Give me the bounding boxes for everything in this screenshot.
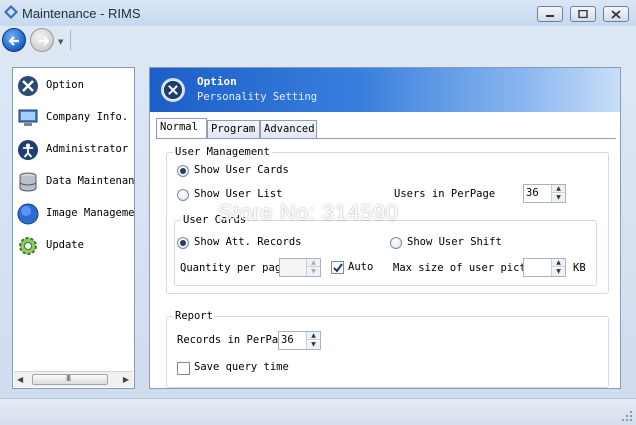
- store-watermark: Store No: 314590: [218, 200, 399, 225]
- status-bar: [0, 398, 636, 425]
- nav-separator: [70, 30, 71, 50]
- sidebar-horizontal-scrollbar[interactable]: ◀ III ▶: [14, 371, 133, 387]
- show-att-records-label: Show Att. Records: [194, 236, 302, 248]
- tab-advanced[interactable]: Advanced: [260, 120, 317, 138]
- records-in-perpage-stepper[interactable]: 36 ▲ ▼: [278, 331, 321, 350]
- sidebar-item-label: Image Management: [46, 207, 135, 219]
- sidebar-item-option[interactable]: Option: [17, 74, 135, 98]
- max-picture-size-stepper[interactable]: ▲ ▼: [523, 258, 566, 277]
- wrench-cross-icon: [18, 76, 38, 96]
- app-icon: [4, 5, 18, 19]
- report-group: Report: [166, 310, 609, 388]
- maximize-button[interactable]: [570, 6, 596, 22]
- forward-arrow-icon: [39, 36, 50, 46]
- navigation-bar: ▼: [0, 26, 636, 56]
- stepper-down-icon[interactable]: ▼: [552, 268, 565, 276]
- stepper-down-icon[interactable]: ▼: [552, 194, 565, 202]
- stepper-value: 36: [281, 334, 294, 346]
- show-user-shift-label: Show User Shift: [407, 236, 502, 248]
- kb-unit-label: KB: [573, 262, 586, 274]
- auto-checkbox[interactable]: [331, 261, 344, 274]
- close-button[interactable]: [603, 6, 629, 22]
- quantity-per-page-label: Quantity per page: [180, 262, 288, 274]
- sidebar-item-label: Data Maintenance: [46, 175, 135, 187]
- scroll-left-icon[interactable]: ◀: [17, 375, 23, 384]
- show-user-list-radio[interactable]: [177, 189, 189, 201]
- sidebar-item-company-info[interactable]: Company Info.: [17, 106, 135, 130]
- banner-title: Option: [197, 75, 237, 88]
- minimize-icon: [546, 15, 554, 17]
- settings-banner: Option Personality Setting: [150, 68, 620, 112]
- sidebar-item-label: Option: [46, 79, 84, 91]
- stepper-value: 36: [526, 187, 539, 199]
- sidebar-item-label: Update: [46, 239, 84, 251]
- sidebar-item-label: Company Info.: [46, 111, 129, 123]
- users-in-perpage-label: Users in PerPage: [394, 188, 496, 200]
- sidebar-item-label: Administrator: [46, 143, 129, 155]
- sidebar-item-update[interactable]: Update: [17, 234, 135, 258]
- sidebar-item-image-management[interactable]: Image Management: [17, 202, 135, 226]
- window-title: Maintenance - RIMS: [22, 6, 141, 21]
- scrollbar-thumb[interactable]: III: [32, 374, 108, 385]
- sidebar-item-data-maintenance[interactable]: Data Maintenance: [17, 170, 135, 194]
- stepper-up-icon[interactable]: ▲: [307, 259, 320, 267]
- close-icon: [611, 10, 621, 19]
- quantity-per-page-stepper[interactable]: ▲ ▼: [279, 258, 321, 277]
- users-in-perpage-stepper[interactable]: 36 ▲ ▼: [523, 184, 566, 203]
- max-size-label: Max size of user picture: [393, 262, 545, 274]
- stepper-up-icon[interactable]: ▲: [552, 259, 565, 267]
- stepper-down-icon[interactable]: ▼: [307, 268, 320, 276]
- update-gear-icon: [19, 237, 37, 255]
- sidebar-item-administrator[interactable]: Administrator: [17, 138, 135, 162]
- back-button[interactable]: [2, 28, 26, 52]
- tab-divider: [156, 138, 616, 139]
- group-title: Report: [173, 310, 215, 322]
- group-title: User Management: [173, 146, 272, 158]
- show-user-list-label: Show User List: [194, 188, 283, 200]
- computer-icon: [18, 109, 38, 126]
- resize-grip-icon[interactable]: [621, 410, 633, 422]
- title-bar: Maintenance - RIMS: [0, 0, 636, 26]
- forward-button[interactable]: [30, 28, 54, 52]
- save-query-time-label: Save query time: [194, 361, 289, 373]
- show-user-cards-radio[interactable]: [177, 165, 189, 177]
- scroll-right-icon[interactable]: ▶: [123, 375, 129, 384]
- settings-panel: Option Personality Setting Normal Progra…: [149, 67, 621, 389]
- checkmark-icon: [333, 263, 343, 273]
- records-in-perpage-label: Records in PerPag: [177, 334, 285, 346]
- stepper-down-icon[interactable]: ▼: [307, 341, 320, 349]
- show-user-shift-radio[interactable]: [390, 237, 402, 249]
- history-dropdown-icon[interactable]: ▼: [58, 38, 63, 46]
- globe-icon: [17, 203, 39, 225]
- person-icon: [18, 140, 38, 160]
- stepper-up-icon[interactable]: ▲: [552, 185, 565, 193]
- maximize-icon: [578, 10, 588, 18]
- show-user-cards-label: Show User Cards: [194, 164, 289, 176]
- save-query-time-checkbox[interactable]: [177, 362, 190, 375]
- banner-subtitle: Personality Setting: [197, 91, 318, 103]
- wrench-cross-icon: [161, 78, 185, 102]
- show-att-records-radio[interactable]: [177, 237, 189, 249]
- scrollbar-grip: III: [66, 374, 71, 383]
- tab-normal[interactable]: Normal: [156, 118, 207, 139]
- auto-label: Auto: [348, 261, 374, 273]
- stepper-up-icon[interactable]: ▲: [307, 332, 320, 340]
- minimize-button[interactable]: [537, 6, 563, 22]
- back-arrow-icon: [8, 36, 19, 46]
- sidebar: Option Company Info. Administrator Data …: [12, 67, 135, 389]
- tab-program[interactable]: Program: [207, 120, 260, 138]
- database-icon: [19, 172, 37, 192]
